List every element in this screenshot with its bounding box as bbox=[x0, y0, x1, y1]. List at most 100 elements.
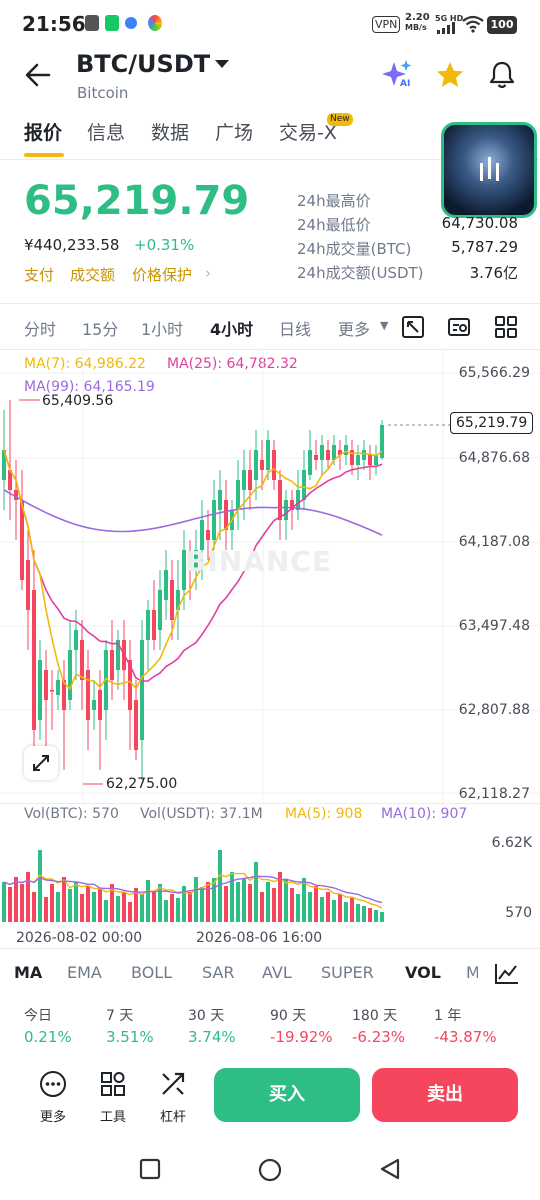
watermark: BINANCE bbox=[185, 545, 332, 578]
vol-usdt: Vol(USDT): 37.1M bbox=[140, 806, 263, 822]
candle-body bbox=[314, 455, 318, 460]
volume-bar bbox=[104, 900, 108, 922]
nav-recents-icon[interactable] bbox=[139, 1158, 161, 1180]
volume-bar bbox=[20, 884, 24, 922]
candle-body bbox=[26, 560, 30, 610]
volume-bar bbox=[194, 877, 198, 922]
candle-body bbox=[236, 480, 240, 510]
leverage-button[interactable]: 杠杆 bbox=[148, 1070, 198, 1125]
volume-bar bbox=[314, 886, 318, 922]
candle-body bbox=[158, 590, 162, 630]
indicator-vol[interactable]: VOL bbox=[405, 963, 441, 982]
volume-bar bbox=[368, 908, 372, 922]
volume-bar bbox=[230, 872, 234, 922]
interval-1d[interactable]: 日线 bbox=[279, 316, 311, 340]
indicator-chart-button[interactable] bbox=[478, 955, 540, 991]
candle-body bbox=[284, 500, 288, 520]
status-time: 21:56 bbox=[22, 12, 86, 36]
candle-body bbox=[248, 470, 252, 490]
candle-body bbox=[356, 455, 360, 465]
buy-button[interactable]: 买入 bbox=[214, 1068, 360, 1122]
volume-bar bbox=[296, 894, 300, 922]
leverage-icon bbox=[162, 1072, 185, 1095]
interval-more[interactable]: 更多 bbox=[338, 316, 370, 340]
volume-bar bbox=[302, 878, 306, 922]
live-video-thumbnail[interactable] bbox=[441, 122, 537, 218]
back-arrow-icon[interactable] bbox=[25, 63, 51, 87]
pair-name: Bitcoin bbox=[77, 84, 129, 102]
live-logo-icon bbox=[480, 157, 499, 181]
candle-body bbox=[152, 610, 156, 640]
favorite-star-icon[interactable] bbox=[436, 61, 464, 89]
candle-body bbox=[368, 455, 372, 465]
pair-dropdown-icon[interactable] bbox=[214, 58, 230, 70]
volume-bar bbox=[14, 877, 18, 922]
candle-body bbox=[110, 650, 114, 680]
indicator-settings-icon[interactable] bbox=[447, 315, 471, 339]
volume-bar bbox=[2, 882, 6, 922]
divider bbox=[0, 803, 540, 804]
more-dropdown-icon[interactable]: ▼ bbox=[380, 319, 388, 332]
nav-back-icon[interactable] bbox=[379, 1158, 401, 1180]
y-tick: 64,876.68 bbox=[458, 450, 530, 466]
tab-info[interactable]: 信息 bbox=[87, 118, 125, 145]
candle-body bbox=[308, 450, 312, 475]
vol-btc: Vol(BTC): 570 bbox=[24, 806, 119, 822]
interval-1h[interactable]: 1小时 bbox=[141, 316, 183, 340]
nav-home-icon[interactable] bbox=[258, 1158, 282, 1182]
volume-bar bbox=[122, 892, 126, 922]
volume-bar bbox=[116, 896, 120, 922]
wechat-icon bbox=[105, 15, 119, 31]
high-price-label: 65,409.56 bbox=[42, 393, 114, 409]
candle-body bbox=[134, 700, 138, 750]
link-volume[interactable]: 成交额 bbox=[70, 264, 115, 285]
candle-body bbox=[44, 670, 48, 700]
app-icon bbox=[125, 17, 137, 29]
indicator-avl[interactable]: AVL bbox=[262, 963, 292, 982]
candle-body bbox=[242, 470, 246, 490]
indicator-boll[interactable]: BOLL bbox=[131, 963, 172, 982]
vol-ma5: MA(5): 908 bbox=[285, 806, 363, 822]
bell-icon[interactable] bbox=[489, 61, 515, 89]
browser-icon bbox=[148, 15, 162, 31]
perf-value: -19.92% bbox=[270, 1028, 333, 1046]
indicator-ema[interactable]: EMA bbox=[67, 963, 102, 982]
link-pay[interactable]: 支付 bbox=[24, 264, 54, 285]
tab-data[interactable]: 数据 bbox=[151, 118, 189, 145]
y-tick: 65,566.29 bbox=[458, 365, 530, 381]
date-label: 2026-08-06 16:00 bbox=[196, 930, 323, 946]
volume-bar bbox=[164, 900, 168, 922]
link-price-protection[interactable]: 价格保护 bbox=[132, 264, 192, 285]
more-button[interactable]: 更多 bbox=[28, 1070, 78, 1125]
layout-grid-icon[interactable] bbox=[494, 315, 518, 339]
volume-bar bbox=[176, 898, 180, 922]
current-price-tag: 65,219.79 bbox=[450, 412, 534, 434]
volume-bar bbox=[152, 892, 156, 922]
candle-body bbox=[164, 570, 168, 600]
indicator-sar[interactable]: SAR bbox=[202, 963, 235, 982]
expand-chart-button[interactable] bbox=[24, 746, 58, 780]
interval-15m[interactable]: 15分 bbox=[82, 316, 118, 340]
volume-bar bbox=[80, 894, 84, 922]
interval-time[interactable]: 分时 bbox=[24, 316, 56, 340]
chart-fullscreen-icon[interactable] bbox=[401, 315, 425, 339]
indicator-super[interactable]: SUPER bbox=[321, 963, 374, 982]
stat-volume-value: 5,787.29 bbox=[451, 238, 518, 256]
pair-title[interactable]: BTC/USDT bbox=[76, 50, 210, 78]
tab-square[interactable]: 广场 bbox=[215, 118, 253, 145]
vol-axis-bottom: 570 bbox=[505, 905, 532, 921]
candle-body bbox=[320, 445, 324, 460]
volume-bar bbox=[218, 850, 222, 922]
volume-bar bbox=[140, 894, 144, 922]
sell-button[interactable]: 卖出 bbox=[372, 1068, 518, 1122]
indicator-ma[interactable]: MA bbox=[14, 963, 42, 982]
stat-high-label: 24h最高价 bbox=[297, 192, 371, 210]
y-tick: 63,497.48 bbox=[458, 618, 530, 634]
interval-4h[interactable]: 4小时 bbox=[210, 316, 253, 340]
tab-quote[interactable]: 报价 bbox=[24, 118, 62, 145]
signal-icon bbox=[437, 22, 455, 34]
volume-bar bbox=[308, 892, 312, 922]
tools-button[interactable]: 工具 bbox=[88, 1070, 138, 1125]
vpn-badge: VPN bbox=[372, 16, 401, 33]
chevron-right-icon[interactable]: › bbox=[205, 264, 211, 282]
